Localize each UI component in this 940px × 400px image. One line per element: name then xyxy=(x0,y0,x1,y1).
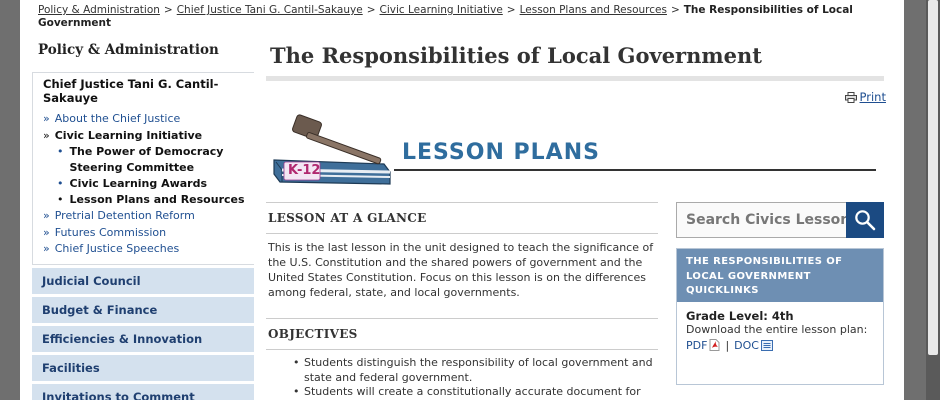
quicklinks-body: Grade Level: 4th Download the entire les… xyxy=(677,302,883,353)
bullet-icon: • xyxy=(57,177,64,190)
banner-text: LESSON PLANS xyxy=(402,140,600,165)
sidebar-item-futures-commission[interactable]: » Futures Commission xyxy=(43,225,248,242)
grade-level: Grade Level: 4th xyxy=(686,309,794,323)
objectives-title: OBJECTIVES xyxy=(268,327,358,341)
link-separator: | xyxy=(725,338,730,352)
sidebar-item-label[interactable]: Pretrial Detention Reform xyxy=(55,209,195,222)
sidebar-sublist: • The Power of Democracy Steering Committ… xyxy=(43,144,248,208)
download-links: PDF | DOC xyxy=(686,338,875,353)
quicklinks-panel: THE RESPONSIBILITIES OF LOCAL GOVERNMENT… xyxy=(676,248,884,385)
sidebar-item-civic-learning[interactable]: » Civic Learning Initiative • The Power of… xyxy=(43,128,248,209)
sidebar-list: » About the Chief Justice » Civic Learning… xyxy=(43,111,248,258)
raquo-icon: » xyxy=(43,225,50,239)
search-input[interactable]: Search Civics Lessons xyxy=(676,202,848,238)
sidebar-subitem-label[interactable]: The Power of Democracy Steering Committe… xyxy=(70,144,249,176)
breadcrumb-separator: > xyxy=(366,4,376,16)
sidebar-item-label[interactable]: Futures Commission xyxy=(55,226,166,239)
sidebar-item-about-chief-justice[interactable]: » About the Chief Justice xyxy=(43,111,248,128)
sidebar-item-label[interactable]: Chief Justice Speeches xyxy=(55,242,180,255)
breadcrumb-link-civic-learning[interactable]: Civic Learning Initiative xyxy=(380,4,503,16)
breadcrumb-separator: > xyxy=(506,4,516,16)
printer-icon xyxy=(844,91,857,103)
main-content: The Responsibilities of Local Government… xyxy=(266,34,886,399)
sidebar-category-judicial-council[interactable]: Judicial Council xyxy=(32,267,254,294)
lesson-plans-banner: K-12 LESSON PLANS xyxy=(266,112,886,194)
sidebar-category-budget-finance[interactable]: Budget & Finance xyxy=(32,296,254,323)
breadcrumb-link-chief-justice[interactable]: Chief Justice Tani G. Cantil-Sakauye xyxy=(177,4,363,16)
breadcrumb-link-policy[interactable]: Policy & Administration xyxy=(38,4,160,16)
title-divider xyxy=(266,76,884,81)
raquo-icon: » xyxy=(43,209,50,222)
raquo-icon: » xyxy=(43,242,50,255)
doc-link[interactable]: DOC xyxy=(734,338,759,353)
sidebar-item-label[interactable]: About the Chief Justice xyxy=(55,112,181,125)
doc-file-icon xyxy=(760,339,773,351)
banner-rule xyxy=(394,169,876,171)
sidebar-item-label[interactable]: Civic Learning Initiative xyxy=(55,129,202,142)
scrollbar-thumb[interactable] xyxy=(928,0,938,355)
page: Policy & Administration > Chief Justice Ta… xyxy=(20,0,904,400)
objectives-section: OBJECTIVES Students distinguish the resp… xyxy=(266,318,658,400)
bullet-icon: • xyxy=(57,193,64,206)
sidebar-heading: Policy & Administration xyxy=(38,42,219,58)
page-title: The Responsibilities of Local Government xyxy=(270,43,762,68)
sidebar-subitem-civic-learning-awards[interactable]: • Civic Learning Awards xyxy=(57,176,248,192)
sidebar-subitem-lesson-plans[interactable]: • Lesson Plans and Resources xyxy=(57,192,248,208)
print-link[interactable]: Print xyxy=(844,90,886,104)
sidebar-subitem-label[interactable]: Civic Learning Awards xyxy=(70,176,208,192)
sidebar-category-efficiencies[interactable]: Efficiencies & Innovation xyxy=(32,325,254,352)
print-label: Print xyxy=(859,90,886,104)
search-widget: Search Civics Lessons xyxy=(676,202,884,238)
objective-item: Students distinguish the responsibility … xyxy=(293,356,658,385)
sidebar-section-title[interactable]: Chief Justice Tani G. Cantil-Sakauye xyxy=(43,77,248,105)
book-label: K-12 xyxy=(288,163,321,178)
sidebar-item-pretrial-detention[interactable]: » Pretrial Detention Reform xyxy=(43,208,248,225)
glance-title: LESSON AT A GLANCE xyxy=(268,211,427,225)
glance-body: This is the last lesson in the unit desi… xyxy=(268,241,654,299)
gavel-book-icon xyxy=(273,114,391,185)
objective-item: Students will create a constitutionally … xyxy=(293,385,658,400)
sidebar-category-invitations[interactable]: Invitations to Comment xyxy=(32,383,254,400)
breadcrumb: Policy & Administration > Chief Justice Ta… xyxy=(38,4,878,30)
sidebar-subitem-label[interactable]: Lesson Plans and Resources xyxy=(70,192,245,208)
quicklinks-title: THE RESPONSIBILITIES OF LOCAL GOVERNMENT… xyxy=(677,249,883,302)
breadcrumb-separator: > xyxy=(670,4,680,16)
page-scrollbar[interactable] xyxy=(926,0,940,400)
search-icon xyxy=(855,210,876,231)
breadcrumb-separator: > xyxy=(163,4,173,16)
bullet-icon: • xyxy=(57,145,64,158)
pdf-link[interactable]: PDF xyxy=(686,338,707,353)
pdf-file-icon xyxy=(709,339,720,351)
sidebar-category-facilities[interactable]: Facilities xyxy=(32,354,254,381)
sidebar-section-box: Chief Justice Tani G. Cantil-Sakauye » Ab… xyxy=(32,72,254,265)
sidebar: Policy & Administration Chief Justice Ta… xyxy=(32,34,254,400)
download-text: Download the entire lesson plan: xyxy=(686,323,868,336)
raquo-icon: » xyxy=(43,112,50,125)
breadcrumb-link-lesson-plans[interactable]: Lesson Plans and Resources xyxy=(520,4,667,16)
objectives-list: Students distinguish the responsibility … xyxy=(266,350,658,400)
sidebar-subitem-power-of-democracy[interactable]: • The Power of Democracy Steering Committ… xyxy=(57,144,248,176)
sidebar-item-speeches[interactable]: » Chief Justice Speeches xyxy=(43,241,248,258)
lesson-at-a-glance: LESSON AT A GLANCE This is the last less… xyxy=(266,202,658,300)
search-button[interactable] xyxy=(846,202,884,238)
raquo-icon: » xyxy=(43,128,50,142)
